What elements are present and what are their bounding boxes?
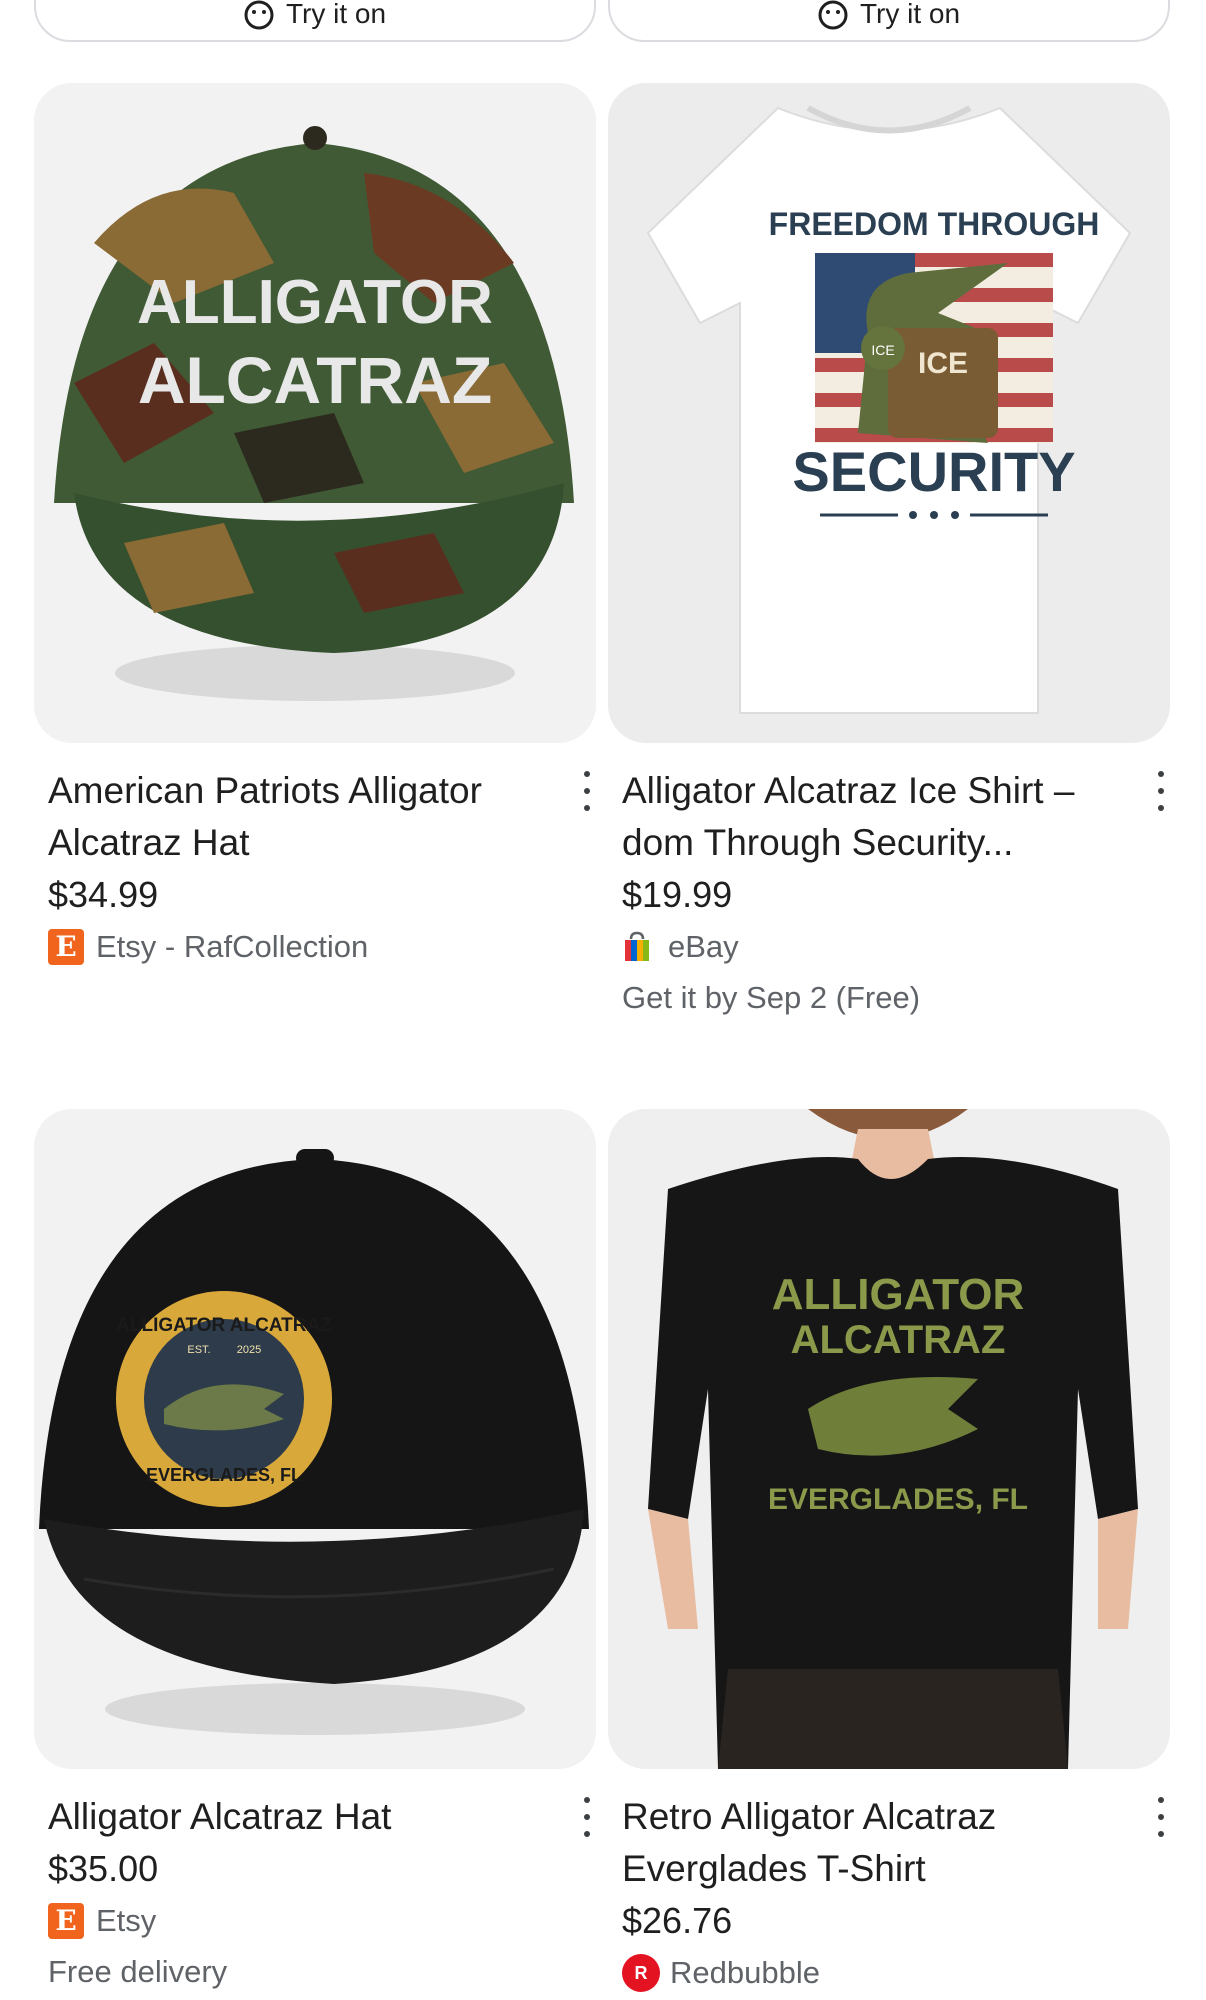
tshirt-text-line-1: ALLIGATOR	[772, 1270, 1025, 1319]
delivery-info: Get it by Sep 2 (Free)	[622, 980, 921, 1015]
product-title[interactable]: American Patriots Alligator Alcatraz Hat	[48, 765, 546, 869]
shirt-text-bottom: SECURITY	[792, 440, 1075, 503]
product-card[interactable]: FREEDOM THROUGH ICE ICE SECURITY Alligat…	[608, 83, 1170, 1023]
ice-shirt-image: FREEDOM THROUGH ICE ICE SECURITY	[608, 83, 1170, 743]
product-price: $35.00	[48, 1848, 159, 1889]
more-options-icon[interactable]	[580, 771, 594, 811]
black-tshirt-image: ALLIGATOR ALCATRAZ EVERGLADES, FL	[608, 1109, 1170, 1769]
product-info: Alligator Alcatraz Hat $35.00 E Etsy Fre…	[34, 1791, 596, 1997]
badge-est: EST.	[187, 1344, 210, 1356]
ebay-icon	[625, 931, 649, 961]
vest-text: ICE	[918, 347, 968, 380]
more-options-icon[interactable]	[1154, 1797, 1168, 1837]
product-card[interactable]: ALLIGATOR ALCATRAZ EVERGLADES, FL Retro …	[608, 1109, 1170, 1999]
tshirt-text-line-2: ALCATRAZ	[791, 1318, 1006, 1362]
try-it-on-button[interactable]: Try it on	[34, 0, 596, 42]
product-seller: eBay	[622, 921, 1120, 973]
seller-name: Etsy - RafCollection	[96, 929, 369, 964]
product-seller: R Redbubble	[622, 1947, 1120, 1999]
shirt-text-top: FREEDOM THROUGH	[769, 206, 1100, 242]
etsy-icon: E	[48, 929, 84, 965]
product-card[interactable]: ALLIGATOR ALCATRAZ American Patriots All…	[34, 83, 596, 973]
badge-text-bottom: EVERGLADES, FL	[146, 1465, 302, 1485]
product-card[interactable]: ALLIGATOR ALCATRAZ EST. 2025 EVERGLADES,…	[34, 1109, 596, 1997]
try-it-on-button[interactable]: Try it on	[608, 0, 1170, 42]
face-icon	[244, 0, 274, 30]
product-title[interactable]: Retro Alligator Alcatraz Everglades T-Sh…	[622, 1791, 1120, 1895]
seller-name: Etsy	[96, 1903, 157, 1938]
badge-year: 2025	[237, 1344, 261, 1356]
product-price: $26.76	[622, 1900, 733, 1941]
badge-text-top: ALLIGATOR ALCATRAZ	[116, 1315, 332, 1336]
product-info: American Patriots Alligator Alcatraz Hat…	[34, 765, 596, 973]
product-image[interactable]: ALLIGATOR ALCATRAZ EVERGLADES, FL	[608, 1109, 1170, 1769]
hat-text-line-1: ALLIGATOR	[137, 268, 493, 337]
etsy-icon: E	[48, 1903, 84, 1939]
hat-text-line-2: ALCATRAZ	[138, 343, 492, 417]
product-price: $19.99	[622, 874, 733, 915]
product-title[interactable]: Alligator Alcatraz Ice Shirt – dom Throu…	[622, 765, 1120, 869]
product-seller: E Etsy - RafCollection	[48, 921, 546, 973]
black-hat-image: ALLIGATOR ALCATRAZ EST. 2025 EVERGLADES,…	[34, 1109, 596, 1769]
product-seller: E Etsy	[48, 1895, 546, 1947]
try-it-on-label: Try it on	[285, 0, 387, 29]
tshirt-text-line-3: EVERGLADES, FL	[768, 1483, 1028, 1516]
seller-name: Redbubble	[670, 1955, 820, 1990]
product-price: $34.99	[48, 874, 159, 915]
seller-name: eBay	[668, 929, 739, 964]
face-icon	[818, 0, 848, 30]
product-info: Retro Alligator Alcatraz Everglades T-Sh…	[608, 1791, 1170, 1999]
more-options-icon[interactable]	[580, 1797, 594, 1837]
product-image[interactable]: ALLIGATOR ALCATRAZ EST. 2025 EVERGLADES,…	[34, 1109, 596, 1769]
product-image[interactable]: ALLIGATOR ALCATRAZ	[34, 83, 596, 743]
product-title[interactable]: Alligator Alcatraz Hat	[48, 1791, 546, 1843]
product-info: Alligator Alcatraz Ice Shirt – dom Throu…	[608, 765, 1170, 1023]
redbubble-icon: R	[622, 1954, 660, 1992]
patch-text: ICE	[871, 342, 894, 358]
try-it-on-label: Try it on	[859, 0, 961, 29]
more-options-icon[interactable]	[1154, 771, 1168, 811]
delivery-info: Free delivery	[48, 1954, 228, 1989]
camo-hat-image: ALLIGATOR ALCATRAZ	[34, 83, 596, 743]
product-image[interactable]: FREEDOM THROUGH ICE ICE SECURITY	[608, 83, 1170, 743]
